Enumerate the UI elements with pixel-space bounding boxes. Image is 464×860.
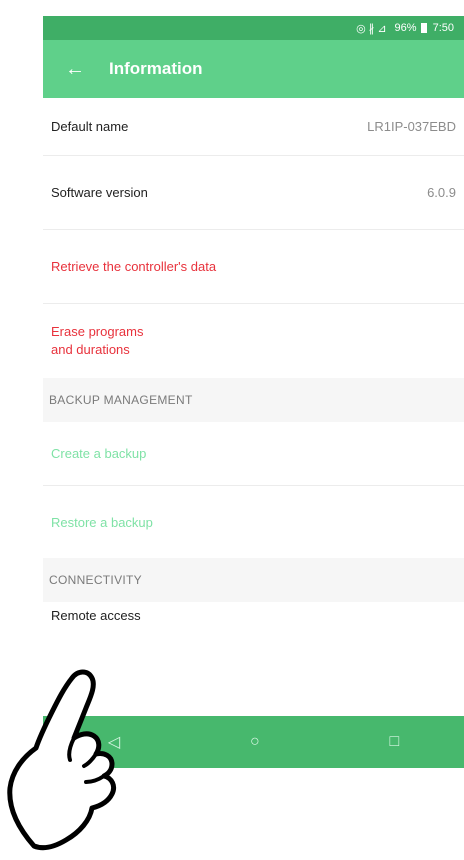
restore-backup-label: Restore a backup — [51, 514, 153, 530]
software-version-label: Software version — [51, 185, 148, 200]
connectivity-section-header: CONNECTIVITY — [43, 558, 464, 602]
default-name-value: LR1IP-037EBD — [367, 119, 456, 134]
clock: 7:50 — [432, 22, 454, 34]
retrieve-data-label: Retrieve the controller's data — [51, 259, 217, 274]
retrieve-data-row[interactable]: Retrieve the controller's data — [43, 230, 464, 304]
back-arrow-icon[interactable]: ← — [47, 58, 103, 81]
nav-recents-icon[interactable]: □ — [389, 733, 399, 751]
erase-programs-line1: Erase programs — [51, 324, 144, 339]
erase-programs-label: Erase programs and durations — [51, 323, 143, 359]
backup-section-header: BACKUP MANAGEMENT — [43, 378, 464, 422]
phone-screen: ◎ ∦ ⊿ 96% 7:50 ← Information Default nam… — [43, 16, 464, 768]
software-version-value: 6.0.9 — [427, 185, 456, 200]
default-name-row[interactable]: Default name LR1IP-037EBD — [43, 98, 464, 156]
page-title: Information — [109, 59, 203, 78]
default-name-label: Default name — [51, 119, 129, 134]
software-version-row[interactable]: Software version 6.0.9 — [43, 156, 464, 230]
status-bar: ◎ ∦ ⊿ 96% 7:50 — [43, 16, 464, 40]
remote-access-label: Remote access — [51, 608, 141, 623]
app-bar: ← Information — [43, 40, 464, 98]
restore-backup-row[interactable]: Restore a backup — [43, 486, 464, 558]
create-backup-row[interactable]: Create a backup — [43, 422, 464, 486]
pointing-hand-icon — [7, 669, 117, 851]
erase-programs-line2: and durations — [51, 342, 130, 357]
status-icons: ◎ ∦ ⊿ — [356, 22, 387, 35]
battery-icon — [420, 23, 427, 33]
create-backup-label: Create a backup — [51, 446, 147, 461]
erase-programs-row[interactable]: Erase programs and durations — [43, 304, 464, 378]
nav-home-icon[interactable]: ○ — [250, 733, 260, 751]
remote-access-row[interactable]: Remote access — [43, 602, 464, 654]
battery-level: 96% — [394, 22, 417, 34]
